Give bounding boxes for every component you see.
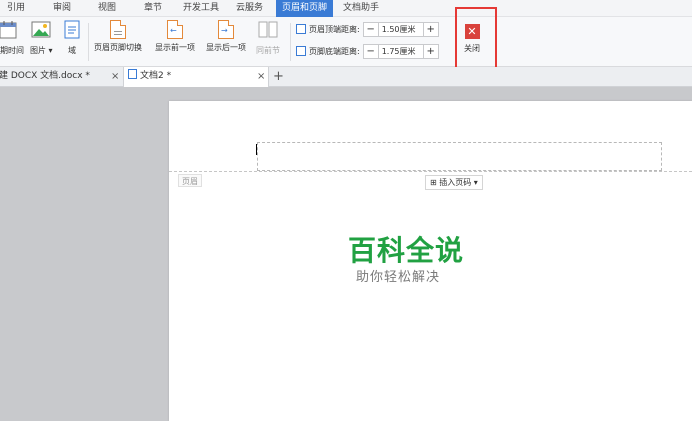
picture-icon — [30, 20, 53, 42]
menu-item-header-footer[interactable]: 页眉和页脚 — [276, 0, 334, 17]
header-distance-decrease-button[interactable]: − — [364, 23, 378, 36]
dropdown-arrow-icon: ▾ — [48, 46, 53, 55]
date-time-button[interactable]: 日期时间 — [0, 20, 24, 56]
tab-document-2[interactable]: 文档2 * — [123, 67, 269, 87]
menu-item-developer[interactable]: 开发工具 — [183, 0, 219, 17]
menu-item-cloud[interactable]: 云服务 — [236, 0, 263, 17]
show-next-button[interactable]: → 显示后一项 — [206, 20, 246, 53]
close-label: 关闭 — [464, 44, 480, 53]
ribbon-divider — [290, 23, 291, 61]
menu-item-references[interactable]: 引用 — [7, 0, 25, 17]
picture-button[interactable]: 图片 ▾ — [30, 20, 53, 56]
watermark-title: 百科全说 — [348, 234, 465, 267]
tab-close-icon[interactable]: × — [257, 67, 265, 86]
date-time-label: 日期时间 — [0, 46, 24, 55]
footer-distance-label: 页脚底端距离: — [309, 46, 360, 56]
ribbon-toolbar: 日期时间 图片 ▾ 域 页眉页脚切换 ← 显示前一项 → 显示后一项 同前节 页… — [0, 17, 692, 67]
dropdown-arrow-icon: ▾ — [473, 178, 478, 187]
footer-distance-stepper[interactable]: − 1.75厘米 + — [362, 43, 439, 59]
show-previous-button[interactable]: ← 显示前一项 — [155, 20, 195, 53]
header-tag: 页眉 — [178, 174, 202, 187]
header-separator-line — [169, 171, 692, 172]
menu-item-doc-assistant[interactable]: 文档助手 — [343, 0, 379, 17]
header-distance-input[interactable]: 1.50厘米 — [377, 22, 424, 36]
header-distance-stepper[interactable]: − 1.50厘米 + — [362, 21, 439, 37]
show-next-icon: → — [218, 20, 234, 39]
calendar-icon — [0, 20, 24, 42]
footer-distance-decrease-button[interactable]: − — [364, 45, 378, 58]
tab-title: 文档2 * — [140, 71, 172, 81]
header-footer-switch-icon — [110, 20, 126, 39]
tab-document-1[interactable]: 新建 DOCX 文档.docx * — [0, 67, 90, 87]
insert-page-number-button[interactable]: ⊞ 插入页码 ▾ — [425, 175, 483, 190]
picture-label: 图片 — [30, 46, 46, 55]
same-as-previous-button[interactable]: 同前节 — [256, 20, 280, 56]
field-icon — [64, 20, 80, 42]
switch-header-footer-button[interactable]: 页眉页脚切换 — [94, 20, 142, 53]
field-button[interactable]: 域 — [64, 20, 80, 56]
header-distance-increase-button[interactable]: + — [424, 23, 438, 36]
tab-close-icon[interactable]: × — [111, 67, 119, 86]
ribbon-divider — [88, 23, 89, 61]
show-next-label: 显示后一项 — [206, 43, 246, 52]
menu-bar: 引用 审阅 视图 章节 开发工具 云服务 页眉和页脚 文档助手 — [0, 0, 692, 17]
menu-item-chapter[interactable]: 章节 — [144, 0, 162, 17]
footer-distance-input[interactable]: 1.75厘米 — [377, 44, 424, 58]
text-cursor — [256, 144, 257, 155]
footer-distance-icon — [296, 46, 306, 56]
add-tab-button[interactable]: + — [273, 67, 284, 86]
show-previous-icon: ← — [167, 20, 183, 39]
header-edit-area[interactable] — [257, 142, 662, 171]
footer-distance-increase-button[interactable]: + — [424, 45, 438, 58]
document-icon — [128, 69, 137, 79]
show-previous-label: 显示前一项 — [155, 43, 195, 52]
header-distance-row: 页眉顶端距离: − 1.50厘米 + — [296, 21, 439, 37]
watermark-subtitle: 助你轻松解决 — [356, 270, 441, 285]
header-distance-label: 页眉顶端距离: — [309, 24, 360, 34]
close-header-footer-button[interactable]: ✕ 关闭 — [462, 24, 482, 54]
footer-distance-row: 页脚底端距离: − 1.75厘米 + — [296, 43, 439, 59]
switch-header-footer-label: 页眉页脚切换 — [94, 43, 142, 52]
menu-item-view[interactable]: 视图 — [98, 0, 116, 17]
header-distance-icon — [296, 24, 306, 34]
page-number-icon: ⊞ — [430, 178, 437, 187]
document-tab-bar: 新建 DOCX 文档.docx * × 文档2 * × + — [0, 67, 692, 87]
same-as-previous-label: 同前节 — [256, 46, 280, 55]
menu-item-review[interactable]: 审阅 — [53, 0, 71, 17]
same-as-previous-icon — [256, 20, 280, 42]
field-label: 域 — [68, 46, 76, 55]
close-icon: ✕ — [464, 24, 480, 39]
insert-page-number-label: 插入页码 — [439, 178, 472, 187]
